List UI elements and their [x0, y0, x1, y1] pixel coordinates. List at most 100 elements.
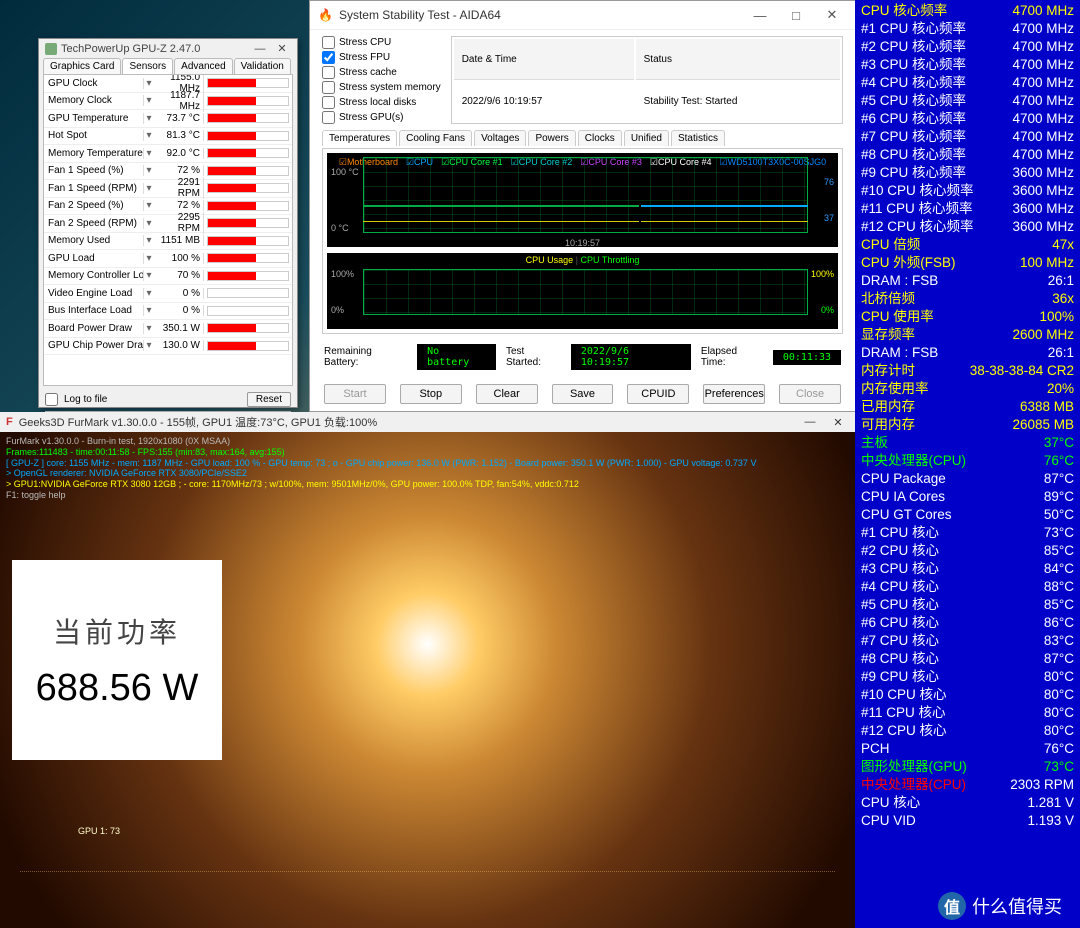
gpuz-window: TechPowerUp GPU-Z 2.47.0 — ✕ Graphics Ca… [38, 38, 298, 408]
tab-advanced[interactable]: Advanced [174, 58, 232, 74]
sensor-value: 92.0 °C [154, 148, 204, 159]
checkbox[interactable] [322, 111, 335, 124]
overlay-row: CPU 核心频率4700 MHz [861, 2, 1074, 20]
checkbox[interactable] [322, 36, 335, 49]
power-label: 当前功率 [53, 611, 181, 651]
preferences-button[interactable]: Preferences [703, 384, 765, 404]
overlay-row: #10 CPU 核心80°C [861, 686, 1074, 704]
sensor-value: 73.7 °C [154, 113, 204, 124]
overlay-row: #6 CPU 核心频率4700 MHz [861, 110, 1074, 128]
close-icon[interactable]: ✕ [827, 416, 849, 429]
reset-button[interactable]: Reset [247, 392, 291, 407]
subtab-statistics[interactable]: Statistics [671, 130, 725, 146]
sensor-row: GPU Chip Power Draw ▾ 130.0 W [44, 338, 292, 356]
tab-sensors[interactable]: Sensors [122, 58, 173, 74]
sensor-bar [207, 288, 289, 298]
subtab-voltages[interactable]: Voltages [474, 130, 526, 146]
overlay-row: #3 CPU 核心频率4700 MHz [861, 56, 1074, 74]
overlay-value: 36x [1052, 290, 1074, 308]
minimize-icon[interactable]: — [799, 416, 821, 428]
sensor-name: Fan 1 Speed (RPM) [44, 183, 144, 194]
overlay-row: 内存使用率20% [861, 380, 1074, 398]
aida-subtabs: TemperaturesCooling FansVoltagesPowersCl… [310, 130, 855, 146]
overlay-value: 20% [1047, 380, 1074, 398]
overlay-key: #8 CPU 核心频率 [861, 146, 966, 164]
overlay-row: 中央处理器(CPU)76°C [861, 452, 1074, 470]
subtab-clocks[interactable]: Clocks [578, 130, 622, 146]
sensor-name: Memory Clock [44, 95, 144, 106]
cpuid-button[interactable]: CPUID [627, 384, 689, 404]
dropdown-icon[interactable]: ▾ [144, 235, 154, 246]
sensor-row: Video Engine Load ▾ 0 % [44, 285, 292, 303]
dropdown-icon[interactable]: ▾ [144, 130, 154, 141]
sensor-name: Hot Spot [44, 130, 144, 141]
sensor-value: 0 % [154, 288, 204, 299]
clear-button[interactable]: Clear [476, 384, 538, 404]
save-button[interactable]: Save [552, 384, 614, 404]
tab-graphics-card[interactable]: Graphics Card [43, 58, 121, 74]
stress-option[interactable]: Stress cache [322, 66, 441, 79]
log-checkbox[interactable] [45, 393, 58, 406]
sensor-bar [207, 271, 289, 281]
dropdown-icon[interactable]: ▾ [144, 78, 154, 89]
checkbox[interactable] [322, 66, 335, 79]
dropdown-icon[interactable]: ▾ [144, 253, 154, 264]
info-line: Frames:111483 - time:00:11:58 - FPS:155 … [6, 447, 849, 458]
sensor-bar [207, 323, 289, 333]
dropdown-icon[interactable]: ▾ [144, 165, 154, 176]
overlay-row: #1 CPU 核心73°C [861, 524, 1074, 542]
overlay-value: 37°C [1044, 434, 1074, 452]
furmark-titlebar[interactable]: F Geeks3D FurMark v1.30.0.0 - 155帧, GPU1… [0, 412, 855, 432]
dropdown-icon[interactable]: ▾ [144, 270, 154, 281]
dropdown-icon[interactable]: ▾ [144, 183, 154, 194]
dropdown-icon[interactable]: ▾ [144, 340, 154, 351]
checkbox[interactable] [322, 81, 335, 94]
dropdown-icon[interactable]: ▾ [144, 218, 154, 229]
log-label: Log to file [64, 394, 107, 405]
stress-option[interactable]: Stress GPU(s) [322, 111, 441, 124]
overlay-value: 26:1 [1048, 272, 1074, 290]
dropdown-icon[interactable]: ▾ [144, 288, 154, 299]
close-icon[interactable]: ✕ [817, 7, 847, 23]
sensor-name: Video Engine Load [44, 288, 144, 299]
subtab-cooling fans[interactable]: Cooling Fans [399, 130, 472, 146]
stop-button[interactable]: Stop [400, 384, 462, 404]
graphs-panel: MotherboardCPUCPU Core #1CPU Core #2CPU … [322, 148, 843, 334]
dropdown-icon[interactable]: ▾ [144, 148, 154, 159]
sensor-row: Memory Temperature ▾ 92.0 °C [44, 145, 292, 163]
dropdown-icon[interactable]: ▾ [144, 323, 154, 334]
overlay-key: 中央处理器(CPU) [861, 452, 966, 470]
checkbox[interactable] [322, 51, 335, 64]
dropdown-icon[interactable]: ▾ [144, 95, 154, 106]
overlay-key: DRAM : FSB [861, 272, 938, 290]
overlay-value: 26085 MB [1012, 416, 1074, 434]
stress-option[interactable]: Stress FPU [322, 51, 441, 64]
tab-validation[interactable]: Validation [234, 58, 291, 74]
overlay-key: CPU 使用率 [861, 308, 934, 326]
close-icon[interactable]: ✕ [273, 42, 291, 55]
dropdown-icon[interactable]: ▾ [144, 305, 154, 316]
overlay-row: 北桥倍频36x [861, 290, 1074, 308]
overlay-value: 100% [1039, 308, 1074, 326]
sensor-bar [207, 341, 289, 351]
subtab-unified[interactable]: Unified [624, 130, 669, 146]
minimize-icon[interactable]: — [745, 8, 775, 23]
overlay-value: 4700 MHz [1012, 74, 1074, 92]
stress-option[interactable]: Stress CPU [322, 36, 441, 49]
overlay-value: 87°C [1044, 470, 1074, 488]
maximize-icon[interactable]: □ [781, 8, 811, 23]
gpuz-titlebar[interactable]: TechPowerUp GPU-Z 2.47.0 — ✕ [39, 39, 297, 58]
stress-option[interactable]: Stress system memory [322, 81, 441, 94]
subtab-powers[interactable]: Powers [528, 130, 575, 146]
sensor-row: Bus Interface Load ▾ 0 % [44, 303, 292, 321]
minimize-icon[interactable]: — [251, 43, 269, 55]
aida-titlebar[interactable]: 🔥 System Stability Test - AIDA64 — □ ✕ [310, 1, 855, 30]
checkbox[interactable] [322, 96, 335, 109]
subtab-temperatures[interactable]: Temperatures [322, 130, 397, 146]
stress-option[interactable]: Stress local disks [322, 96, 441, 109]
dropdown-icon[interactable]: ▾ [144, 113, 154, 124]
gpuz-icon [45, 43, 57, 55]
overlay-key: #6 CPU 核心频率 [861, 110, 966, 128]
dropdown-icon[interactable]: ▾ [144, 200, 154, 211]
overlay-value: 4700 MHz [1012, 56, 1074, 74]
